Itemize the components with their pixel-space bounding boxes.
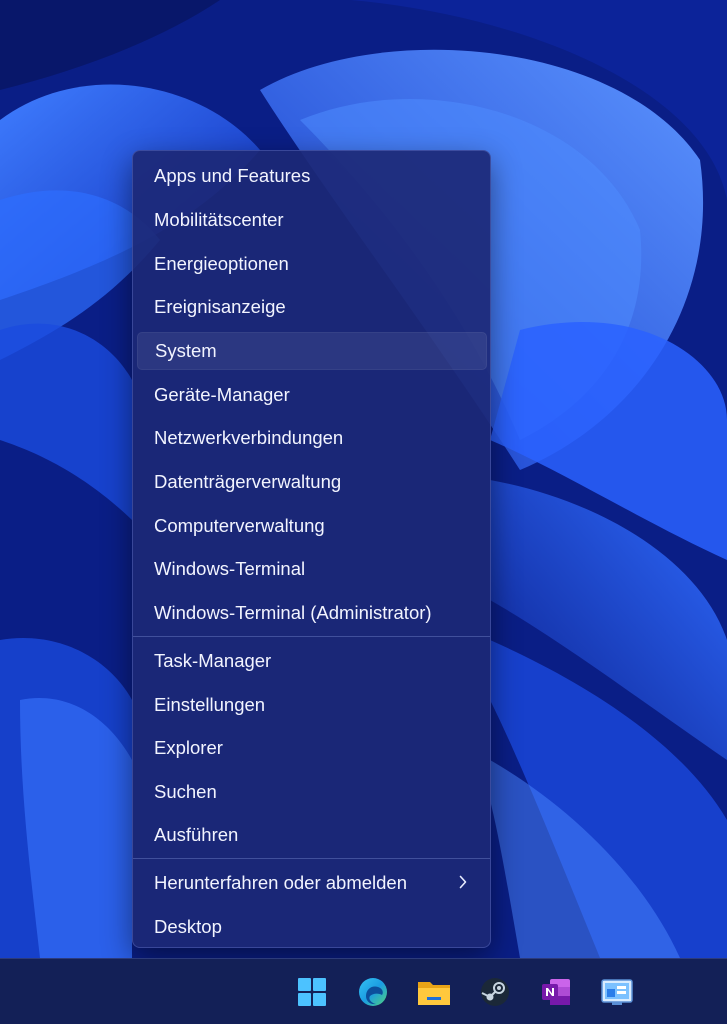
edge-icon[interactable] — [354, 973, 392, 1011]
menu-item-label: Mobilitätscenter — [154, 209, 284, 230]
menu-item-windows-terminal-admin[interactable]: Windows-Terminal (Administrator) — [137, 594, 487, 632]
menu-item-label: System — [155, 340, 217, 361]
taskbar — [0, 958, 727, 1024]
menu-item-label: Windows-Terminal — [154, 558, 306, 579]
menu-item-event-viewer[interactable]: Ereignisanzeige — [137, 288, 487, 326]
menu-item-label: Task-Manager — [154, 650, 272, 671]
menu-item-desktop[interactable]: Desktop — [137, 908, 487, 946]
chevron-right-icon — [459, 875, 467, 889]
menu-item-label: Einstellungen — [154, 694, 266, 715]
menu-item-power-options[interactable]: Energieoptionen — [137, 245, 487, 283]
menu-item-disk-management[interactable]: Datenträgerverwaltung — [137, 463, 487, 501]
menu-item-label: Netzwerkverbindungen — [154, 427, 344, 448]
menu-item-run[interactable]: Ausführen — [137, 816, 487, 854]
menu-separator — [133, 858, 490, 859]
menu-item-settings[interactable]: Einstellungen — [137, 686, 487, 724]
menu-item-label: Energieoptionen — [154, 253, 289, 274]
winx-context-menu: Apps und Features Mobilitätscenter Energ… — [132, 150, 491, 948]
menu-item-shutdown-signout[interactable]: Herunterfahren oder abmelden — [137, 864, 487, 902]
menu-item-windows-terminal[interactable]: Windows-Terminal — [137, 550, 487, 588]
menu-item-label: Computerverwaltung — [154, 515, 325, 536]
menu-item-network-connections[interactable]: Netzwerkverbindungen — [137, 419, 487, 457]
menu-item-label: Desktop — [154, 916, 222, 937]
menu-item-label: Windows-Terminal (Administrator) — [154, 602, 432, 623]
steam-icon[interactable] — [476, 973, 514, 1011]
menu-item-label: Ausführen — [154, 824, 239, 845]
menu-item-search[interactable]: Suchen — [137, 773, 487, 811]
menu-item-label: Geräte-Manager — [154, 384, 290, 405]
onenote-icon[interactable] — [537, 973, 575, 1011]
menu-separator — [133, 636, 490, 637]
file-explorer-icon[interactable] — [415, 973, 453, 1011]
menu-item-device-manager[interactable]: Geräte-Manager — [137, 376, 487, 414]
control-panel-icon[interactable] — [598, 973, 636, 1011]
menu-item-task-manager[interactable]: Task-Manager — [137, 642, 487, 680]
menu-item-system[interactable]: System — [137, 332, 487, 370]
menu-item-label: Explorer — [154, 737, 223, 758]
menu-item-label: Apps und Features — [154, 165, 311, 186]
menu-item-mobility-center[interactable]: Mobilitätscenter — [137, 201, 487, 239]
menu-item-apps-features[interactable]: Apps und Features — [137, 157, 487, 195]
menu-item-label: Herunterfahren oder abmelden — [154, 872, 407, 893]
menu-item-label: Ereignisanzeige — [154, 296, 286, 317]
menu-item-label: Suchen — [154, 781, 217, 802]
menu-item-explorer[interactable]: Explorer — [137, 729, 487, 767]
menu-item-label: Datenträgerverwaltung — [154, 471, 342, 492]
menu-item-computer-management[interactable]: Computerverwaltung — [137, 507, 487, 545]
windows-start-icon[interactable] — [293, 973, 331, 1011]
